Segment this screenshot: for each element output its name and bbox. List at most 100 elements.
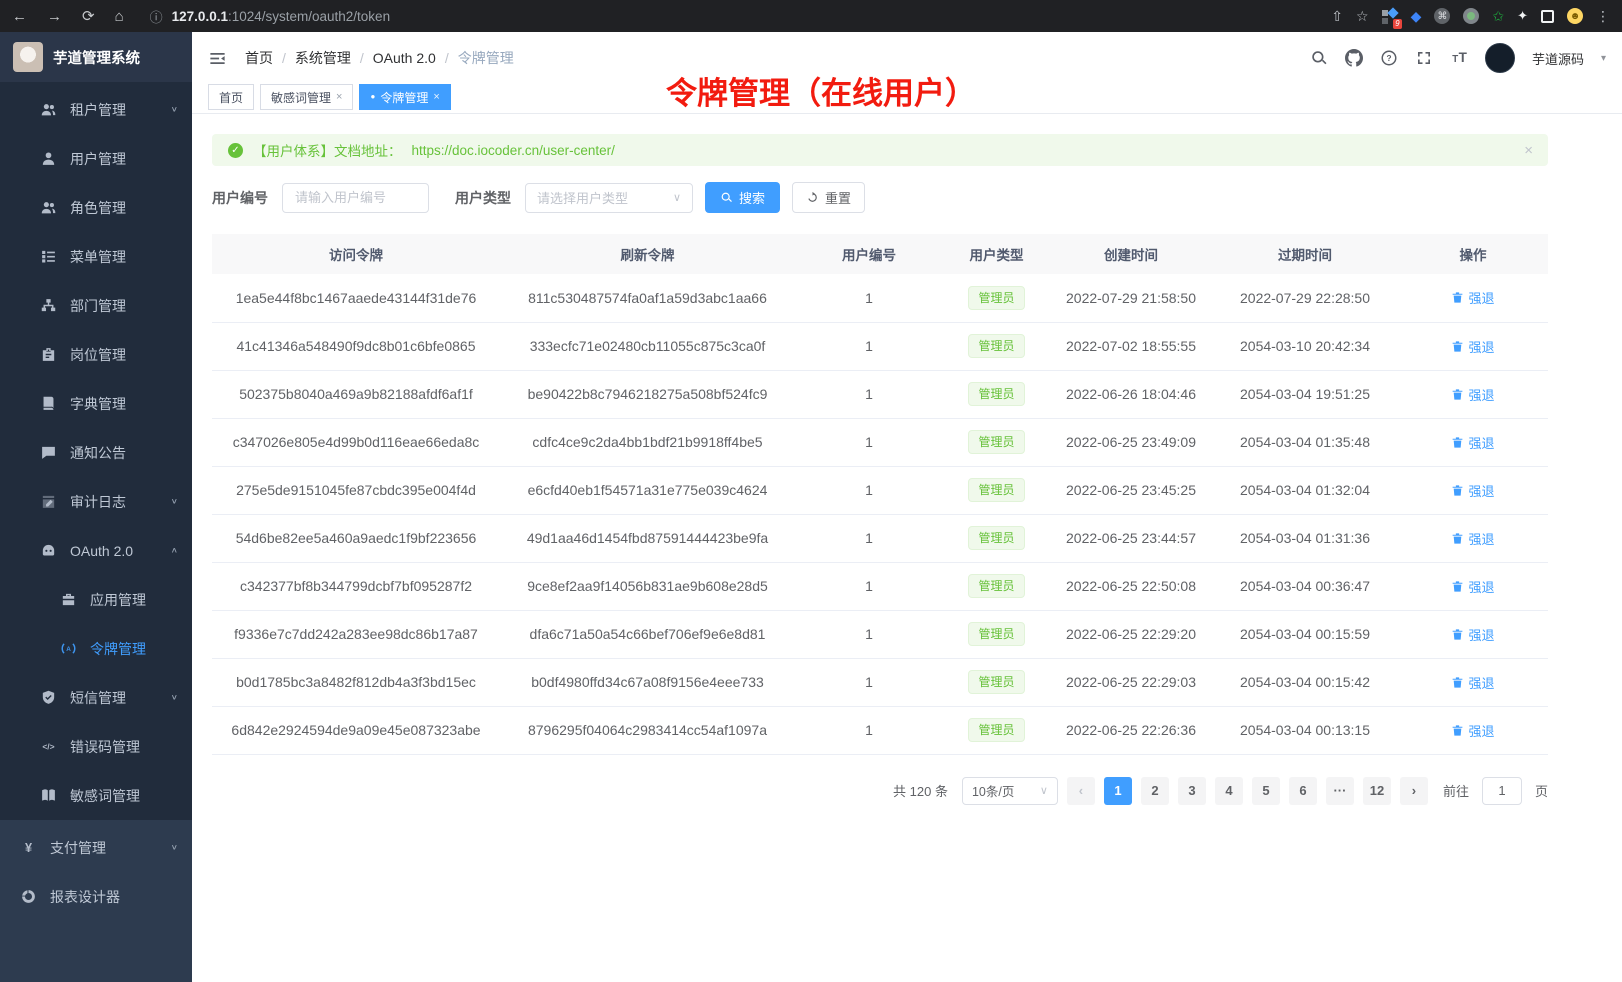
browser-back-icon[interactable]: ← (12, 8, 27, 25)
user-id-input[interactable] (282, 183, 429, 213)
tab-close-icon[interactable]: × (336, 91, 342, 103)
fullscreen-icon[interactable] (1415, 49, 1433, 67)
browser-home-icon[interactable]: ⌂ (115, 8, 124, 25)
command-extension-icon[interactable]: ⌘ (1434, 8, 1450, 24)
sidebar-menu-item[interactable]: OAuth 2.0 ∧ (0, 526, 192, 575)
menu-item-label: 角色管理 (70, 198, 178, 218)
prev-page-button[interactable]: ‹ (1067, 777, 1095, 805)
sidebar-fold-icon[interactable] (208, 49, 227, 68)
user-type-badge: 管理员 (968, 718, 1024, 742)
profile-emoji-icon[interactable]: ☻ (1567, 8, 1583, 24)
created-time-cell: 2022-06-26 18:04:46 (1050, 370, 1212, 418)
force-logout-button[interactable]: 强退 (1451, 721, 1494, 740)
sidebar-menu-item[interactable]: 通知公告 (0, 428, 192, 477)
doc-link[interactable]: https://doc.iocoder.cn/user-center/ (412, 143, 615, 158)
user-id-cell: 1 (795, 562, 943, 610)
trash-icon (1451, 532, 1464, 545)
green-star-extension-icon[interactable]: ✩ (1492, 8, 1504, 25)
page-number-button[interactable]: 6 (1289, 777, 1317, 805)
sidebar-menu-item[interactable]: 部门管理 (0, 281, 192, 330)
sidebar-menu-item[interactable]: 敏感词管理 (0, 771, 192, 820)
header-search-icon[interactable] (1310, 49, 1328, 67)
force-logout-button[interactable]: 强退 (1451, 529, 1494, 548)
force-logout-button[interactable]: 强退 (1451, 288, 1494, 307)
next-page-button[interactable]: › (1400, 777, 1428, 805)
browser-forward-icon[interactable]: → (47, 8, 62, 25)
sidebar-menu-item[interactable]: 应用管理 (0, 575, 192, 624)
refresh-token-cell: 333ecfc71e02480cb11055c875c3ca0f (500, 322, 795, 370)
access-token-cell: 275e5de9151045fe87cbdc395e004f4d (212, 466, 500, 514)
menu-item-label: 通知公告 (70, 443, 178, 463)
sidebar-menu-item[interactable]: 用户管理 (0, 134, 192, 183)
sidebar-menu-item[interactable]: 岗位管理 (0, 330, 192, 379)
recorder-extension-icon[interactable] (1463, 8, 1479, 24)
breadcrumb-system[interactable]: 系统管理 (295, 48, 351, 68)
sidebar-menu-item[interactable]: 支付管理 ∨ (0, 823, 192, 872)
page-number-button[interactable]: 3 (1178, 777, 1206, 805)
col-user-type: 用户类型 (943, 234, 1050, 274)
app-logo-row[interactable]: 芋道管理系统 (0, 32, 192, 82)
extension-pinned-icon[interactable]: 9 (1382, 8, 1398, 24)
user-caret-icon[interactable]: ▾ (1601, 53, 1606, 64)
user-type-badge: 管理员 (968, 430, 1024, 454)
page-number-button[interactable]: 4 (1215, 777, 1243, 805)
access-token-cell: 1ea5e44f8bc1467aaede43144f31de76 (212, 274, 500, 322)
tag-tab[interactable]: ● 令牌管理 × (359, 84, 450, 110)
side-panel-icon[interactable] (1541, 10, 1554, 23)
breadcrumb-home[interactable]: 首页 (245, 48, 273, 68)
expire-time-cell: 2054-03-04 01:35:48 (1212, 418, 1398, 466)
page-number-button[interactable]: 5 (1252, 777, 1280, 805)
chevron-icon: ∧ (171, 546, 178, 554)
site-info-icon[interactable]: ⓘ (150, 7, 163, 26)
alert-close-icon[interactable]: × (1524, 142, 1533, 159)
created-time-cell: 2022-07-29 21:58:50 (1050, 274, 1212, 322)
force-logout-button[interactable]: 强退 (1451, 385, 1494, 404)
tab-close-icon[interactable]: × (433, 91, 439, 103)
menu-item-icon (40, 689, 57, 706)
menu-item-icon (20, 888, 37, 905)
page-size-select[interactable]: 10条/页 ∨ (962, 777, 1058, 805)
menu-item-label: 支付管理 (50, 838, 158, 858)
force-logout-button[interactable]: 强退 (1451, 673, 1494, 692)
force-logout-button[interactable]: 强退 (1451, 337, 1494, 356)
sidebar-menu-item[interactable]: 短信管理 ∨ (0, 673, 192, 722)
gem-extension-icon[interactable]: ◆ (1411, 8, 1422, 25)
page-number-button[interactable]: ··· (1326, 777, 1354, 805)
sidebar-menu-item[interactable]: 错误码管理 (0, 722, 192, 771)
user-type-select[interactable]: 请选择用户类型 ∨ (525, 183, 693, 213)
page-number-button[interactable]: 12 (1363, 777, 1391, 805)
browser-menu-icon[interactable]: ⋮ (1596, 8, 1610, 25)
search-button[interactable]: 搜索 (705, 182, 780, 213)
address-bar[interactable]: ⓘ 127.0.0.1:1024/system/oauth2/token (124, 7, 1332, 26)
page-number-button[interactable]: 2 (1141, 777, 1169, 805)
sidebar-menu-item[interactable]: 字典管理 (0, 379, 192, 428)
help-icon[interactable] (1380, 49, 1398, 67)
sidebar-menu-item[interactable]: 审计日志 ∨ (0, 477, 192, 526)
font-size-icon[interactable] (1450, 49, 1468, 67)
user-id-cell: 1 (795, 514, 943, 562)
github-icon[interactable] (1345, 49, 1363, 67)
force-logout-button[interactable]: 强退 (1451, 577, 1494, 596)
sidebar-menu-item[interactable]: 角色管理 (0, 183, 192, 232)
tag-tab[interactable]: 敏感词管理 × (260, 84, 353, 110)
sidebar-menu-item[interactable]: 租户管理 ∨ (0, 85, 192, 134)
tag-tab[interactable]: 首页 (208, 84, 254, 110)
breadcrumb-oauth[interactable]: OAuth 2.0 (373, 50, 436, 66)
menu-item-icon (40, 297, 57, 314)
share-icon[interactable]: ⇧ (1331, 8, 1343, 25)
bookmark-star-icon[interactable]: ☆ (1356, 8, 1369, 25)
force-logout-button[interactable]: 强退 (1451, 433, 1494, 452)
extensions-puzzle-icon[interactable]: ✦ (1517, 8, 1528, 24)
browser-reload-icon[interactable]: ⟳ (82, 7, 95, 25)
page-number-button[interactable]: 1 (1104, 777, 1132, 805)
sidebar-menu-item[interactable]: 菜单管理 (0, 232, 192, 281)
user-name[interactable]: 芋道源码 (1532, 49, 1584, 68)
user-avatar[interactable] (1485, 43, 1515, 73)
sidebar-menu-item[interactable]: 报表设计器 (0, 872, 192, 921)
force-logout-button[interactable]: 强退 (1451, 481, 1494, 500)
reset-button[interactable]: 重置 (792, 182, 865, 213)
goto-page-input[interactable] (1482, 777, 1522, 805)
table-row: c342377bf8b344799dcbf7bf095287f2 9ce8ef2… (212, 562, 1548, 610)
sidebar-menu-item[interactable]: 令牌管理 (0, 624, 192, 673)
force-logout-button[interactable]: 强退 (1451, 625, 1494, 644)
